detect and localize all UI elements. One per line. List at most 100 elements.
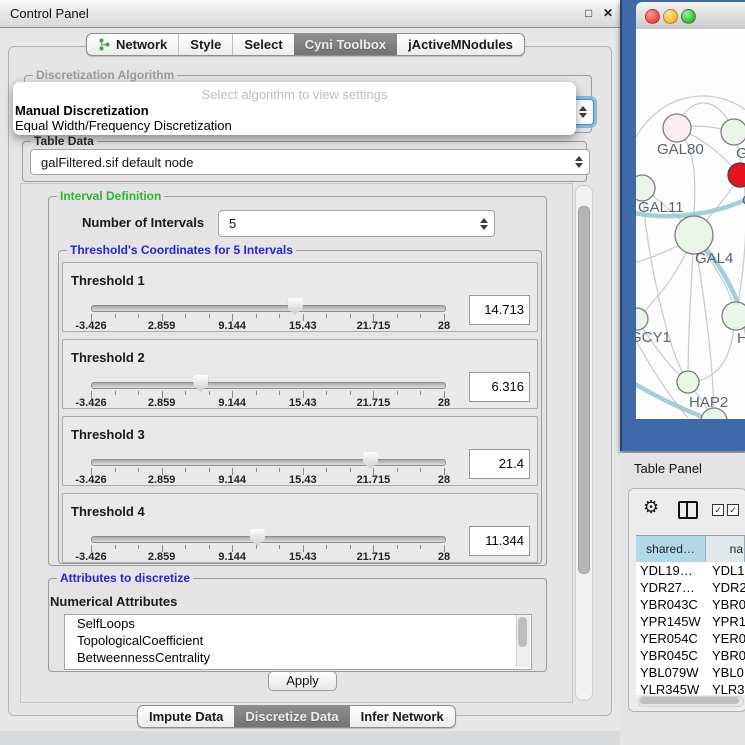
list-scrollbar-thumb[interactable] [518, 617, 527, 647]
slider-tick [279, 468, 280, 472]
table-row[interactable]: YDR27…YDR2 [636, 579, 745, 596]
threshold-slider-thumb[interactable] [288, 298, 303, 315]
table-cell-name: YBR0 [712, 647, 745, 664]
slider-tick [115, 314, 116, 318]
table-cell-shared-name: YDR27… [636, 579, 712, 596]
slider-tick [185, 545, 186, 549]
slider-tick [138, 545, 139, 549]
threshold-value-field[interactable]: 14.713 [469, 295, 530, 325]
slider-tick [209, 391, 210, 395]
tick-label: 9.144 [218, 320, 246, 332]
table-row[interactable]: YER054CYER0 [636, 630, 745, 647]
threshold-panel-4: Threshold 4-3.4262.8599.14415.4321.71528… [62, 493, 538, 563]
threshold-value-field[interactable]: 6.316 [469, 372, 530, 402]
table-cell-shared-name: YBL079W [636, 664, 712, 681]
node-label-ga: GA [736, 145, 745, 162]
table-row[interactable]: YBL079WYBL0 [636, 664, 745, 681]
threshold-panel-3: Threshold 3-3.4262.8599.14415.4321.71528… [62, 416, 538, 486]
network-canvas[interactable]: GAL80GACGAL11GAL4GCY1HHAP2 [636, 29, 745, 419]
slider-tick [138, 391, 139, 395]
zoom-traffic-light-icon[interactable] [681, 9, 696, 24]
column-header-name[interactable]: na [706, 536, 745, 562]
table-row[interactable]: YPR145WYPR1 [636, 613, 745, 630]
threshold-label: Threshold 3 [71, 427, 145, 442]
table-panel-title: Table Panel [634, 461, 702, 476]
table-row[interactable]: YDL19…YDL1 [636, 562, 745, 579]
bottom-tab-impute-data[interactable]: Impute Data [138, 706, 234, 727]
threshold-slider-thumb[interactable] [363, 452, 378, 469]
slider-tick [209, 545, 210, 549]
threshold-value-field[interactable]: 11.344 [469, 526, 530, 556]
algorithm-placeholder-option[interactable]: Select algorithm to view settings [13, 87, 576, 102]
attribute-item-topologicalcoefficient[interactable]: TopologicalCoefficient [65, 632, 531, 649]
slider-tick [279, 314, 280, 318]
tab-label: Select [244, 37, 282, 52]
table-row[interactable]: YBR045CYBR0 [636, 647, 745, 664]
slider-tick [326, 314, 327, 318]
slider-tick [209, 468, 210, 472]
algorithm-dropdown-popup: Select algorithm to view settings Manual… [13, 82, 576, 135]
threshold-label: Threshold 1 [71, 273, 145, 288]
slider-tick [350, 545, 351, 549]
table-row[interactable]: YLR345WYLR3 [636, 681, 745, 695]
close-window-icon[interactable]: ✕ [603, 6, 613, 20]
tab-label: Cyni Toolbox [305, 37, 386, 52]
tick-label: 15.43 [289, 474, 317, 486]
tab-cyni-toolbox[interactable]: Cyni Toolbox [294, 34, 397, 55]
tick-label: 2.859 [148, 397, 176, 409]
attribute-item-betweennesscentrality[interactable]: BetweennessCentrality [65, 649, 531, 666]
checkbox-checked-icon[interactable] [727, 504, 739, 516]
attribute-item-selfloops[interactable]: SelfLoops [65, 615, 531, 632]
tick-label: 28 [438, 474, 450, 486]
tick-label: 28 [438, 320, 450, 332]
table-cell-shared-name: YDL19… [636, 562, 712, 579]
horizontal-scrollbar-thumb[interactable] [640, 697, 739, 704]
gear-icon[interactable]: ⚙ [643, 497, 659, 518]
apply-button[interactable]: Apply [268, 671, 337, 691]
table-row[interactable]: YBR043CYBR0 [636, 596, 745, 613]
bottom-tab-discretize-data[interactable]: Discretize Data [234, 706, 349, 727]
vertical-scrollbar-thumb[interactable] [578, 206, 590, 574]
table-cell-name: YDL1 [712, 562, 745, 579]
tab-select[interactable]: Select [232, 34, 293, 55]
tick-label: 21.715 [357, 397, 391, 409]
slider-tick [350, 468, 351, 472]
table-data-combobox-value: galFiltered.sif default node [41, 155, 193, 170]
close-traffic-light-icon[interactable] [645, 9, 660, 24]
table-header-row: shared… na [636, 535, 745, 563]
threshold-value-field[interactable]: 21.4 [469, 449, 530, 479]
slider-tick [420, 314, 421, 318]
attributes-title: Attributes to discretize [57, 571, 193, 585]
tab-style[interactable]: Style [178, 34, 232, 55]
threshold-slider-thumb[interactable] [250, 529, 265, 546]
tab-network[interactable]: Network [87, 34, 178, 55]
threshold-slider-track[interactable] [91, 536, 446, 543]
algorithm-option-equal-width-frequency-discretization[interactable]: Equal Width/Frequency Discretization [15, 118, 578, 133]
checkbox-checked-icon[interactable] [712, 504, 724, 516]
tick-label: 15.43 [289, 551, 317, 563]
slider-tick [185, 468, 186, 472]
threshold-slider-track[interactable] [91, 382, 446, 389]
float-window-icon[interactable]: □ [585, 6, 592, 20]
tab-jactivemnodules[interactable]: jActiveMNodules [397, 34, 524, 55]
table-data-combobox[interactable]: galFiltered.sif default node [30, 149, 590, 175]
split-columns-icon[interactable] [678, 501, 698, 519]
number-of-intervals-combobox[interactable]: 5 [218, 210, 495, 237]
threshold-slider-track[interactable] [91, 459, 446, 466]
table-cell-shared-name: YLR345W [636, 681, 712, 695]
threshold-slider-track[interactable] [91, 305, 446, 312]
bottom-tab-label: Infer Network [361, 709, 444, 724]
network-icon [98, 38, 111, 51]
threshold-slider-thumb[interactable] [193, 375, 208, 392]
numerical-attributes-list[interactable]: SelfLoopsTopologicalCoefficientBetweenne… [64, 614, 532, 670]
slider-tick [326, 391, 327, 395]
minimize-traffic-light-icon[interactable] [663, 9, 678, 24]
bottom-tab-infer-network[interactable]: Infer Network [350, 706, 455, 727]
column-header-shared-name[interactable]: shared… [636, 536, 706, 562]
slider-tick [115, 545, 116, 549]
table-cell-shared-name: YER054C [636, 630, 712, 647]
slider-tick [420, 545, 421, 549]
algorithm-option-manual-discretization[interactable]: Manual Discretization [15, 103, 578, 118]
table-cell-name: YDR2 [712, 579, 745, 596]
slider-tick [279, 391, 280, 395]
